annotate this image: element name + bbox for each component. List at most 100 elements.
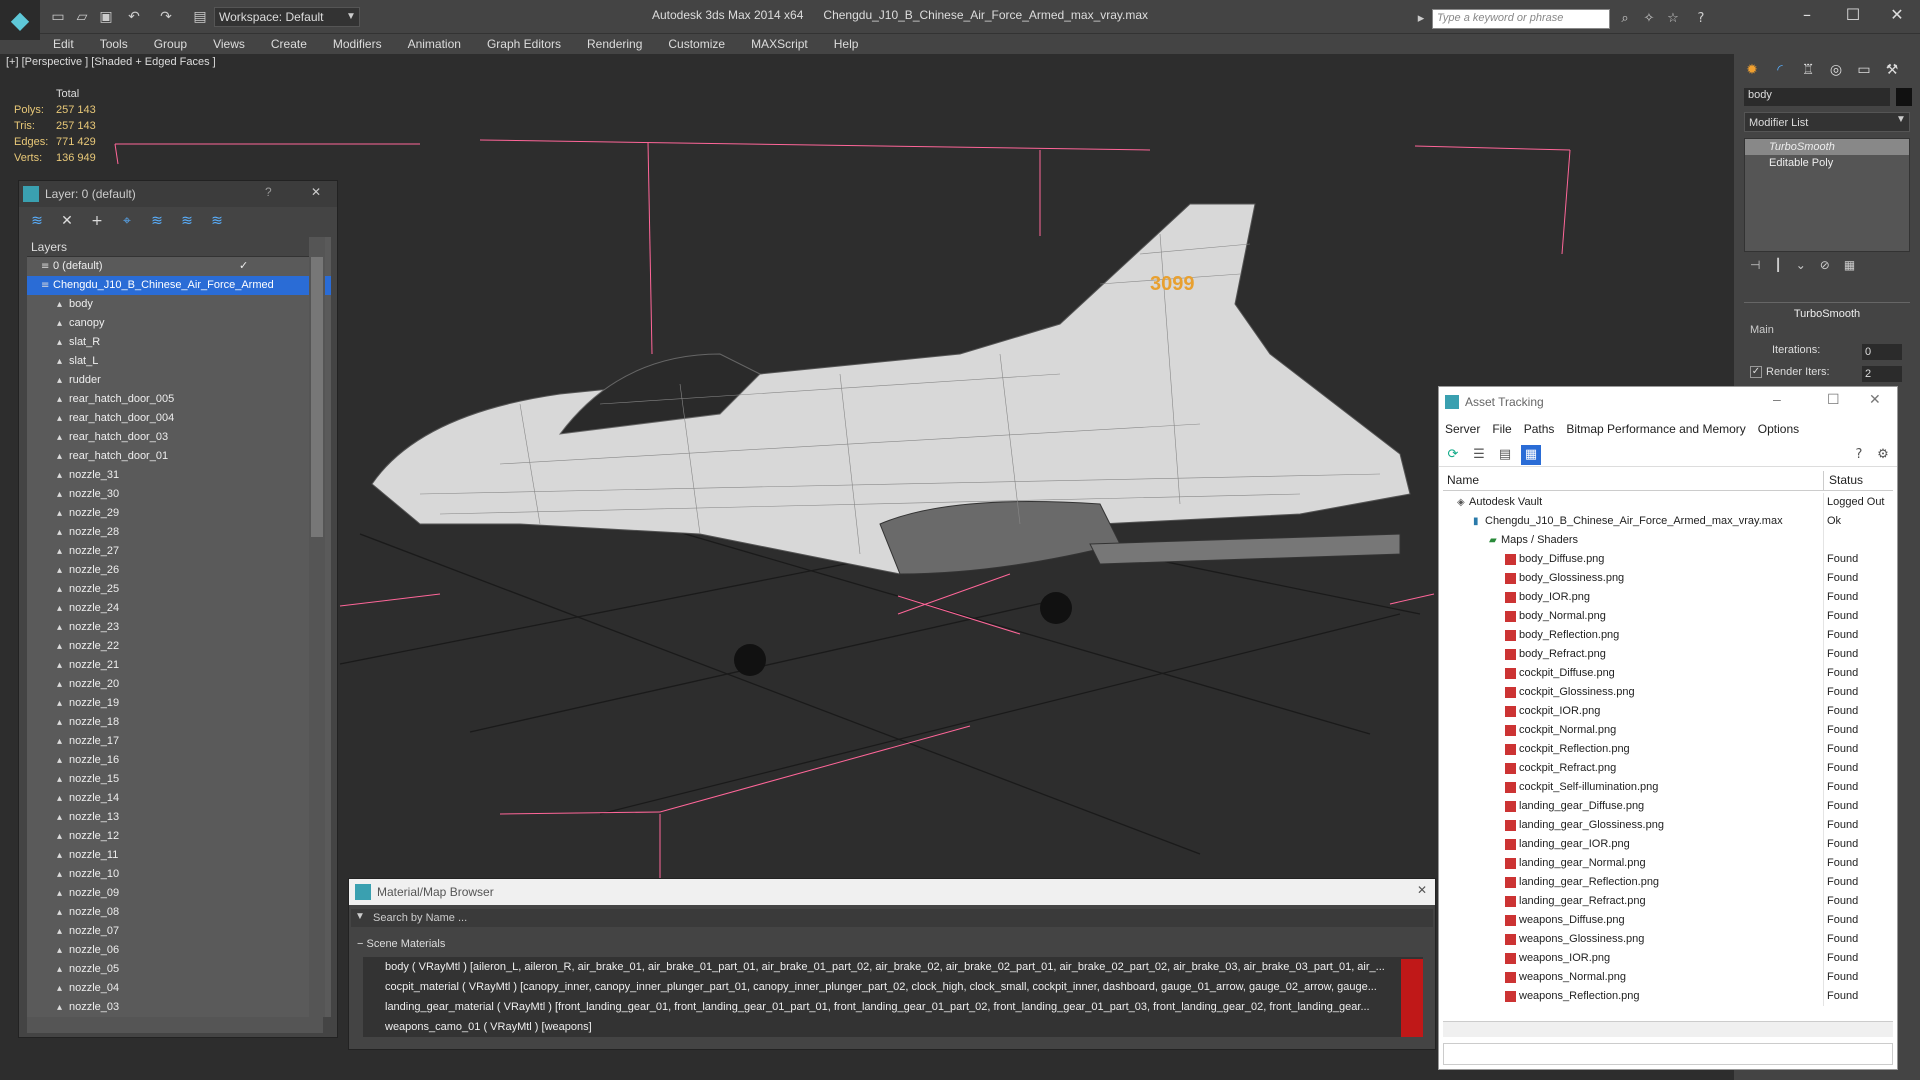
asset-row[interactable]: landing_gear_Reflection.png Found xyxy=(1443,873,1893,892)
asset-row[interactable]: cockpit_Diffuse.png Found xyxy=(1443,664,1893,683)
list-view-icon[interactable]: ☰ xyxy=(1469,445,1489,465)
layer-help-button[interactable]: ? xyxy=(265,185,272,199)
layer-row[interactable]: ▴ slat_R xyxy=(27,333,331,352)
layer-row[interactable]: ▴ slat_L xyxy=(27,352,331,371)
render-iters-checkbox[interactable]: ✓ xyxy=(1750,366,1762,378)
layer-row[interactable]: ▴ nozzle_22 xyxy=(27,637,331,656)
menu-tools[interactable]: Tools xyxy=(87,34,141,54)
chevron-down-icon[interactable]: ▼ xyxy=(344,7,358,27)
layer-row[interactable]: ▴ rear_hatch_door_004 xyxy=(27,409,331,428)
asset-row[interactable]: body_Normal.png Found xyxy=(1443,607,1893,626)
layer-row[interactable]: ▴ nozzle_04 xyxy=(27,979,331,998)
remove-modifier-icon[interactable]: ⊘ xyxy=(1820,258,1830,278)
project-folder-icon[interactable]: ▤ xyxy=(190,8,210,26)
close-button[interactable]: ✕ xyxy=(1874,0,1920,30)
refresh-icon[interactable]: ⟳ xyxy=(1443,445,1463,465)
save-icon[interactable]: ▣ xyxy=(96,8,116,26)
menu-animation[interactable]: Animation xyxy=(395,34,474,54)
asset-row[interactable]: landing_gear_Glossiness.png Found xyxy=(1443,816,1893,835)
asset-minimize-button[interactable]: – xyxy=(1773,391,1781,407)
layer-row[interactable]: ▴ nozzle_13 xyxy=(27,808,331,827)
redo-icon[interactable]: ↷ xyxy=(156,8,176,26)
layer-row[interactable]: ▴ canopy xyxy=(27,314,331,333)
new-file-icon[interactable]: ▭ xyxy=(48,8,68,26)
asset-row[interactable]: ▮ Chengdu_J10_B_Chinese_Air_Force_Armed_m… xyxy=(1443,512,1893,531)
turbosmooth-rollout-header[interactable]: TurboSmooth xyxy=(1744,302,1910,324)
layer-row[interactable]: ▴ nozzle_18 xyxy=(27,713,331,732)
material-row[interactable]: landing_gear_material ( VRayMtl ) [front… xyxy=(363,997,1423,1017)
modifier-list-dropdown[interactable]: Modifier List xyxy=(1744,112,1910,132)
communication-center-icon[interactable]: ✧ xyxy=(1638,9,1660,29)
binoculars-icon[interactable]: ⌕ xyxy=(1614,9,1636,29)
layer-row[interactable]: ▴ nozzle_26 xyxy=(27,561,331,580)
layer-row[interactable]: ▴ nozzle_28 xyxy=(27,523,331,542)
highlight-layer-icon[interactable]: ≋ xyxy=(147,211,167,231)
asset-row[interactable]: weapons_IOR.png Found xyxy=(1443,949,1893,968)
asset-row[interactable]: body_Refract.png Found xyxy=(1443,645,1893,664)
add-to-layer-icon[interactable]: + xyxy=(87,211,107,231)
help-icon[interactable]: ? xyxy=(1690,9,1712,29)
layer-row[interactable]: ≡ Chengdu_J10_B_Chinese_Air_Force_Armed xyxy=(27,276,331,295)
menu-edit[interactable]: Edit xyxy=(40,34,87,54)
asset-menu-server[interactable]: Server xyxy=(1439,419,1486,439)
layer-row[interactable]: ▴ nozzle_06 xyxy=(27,941,331,960)
layer-row[interactable]: ▴ nozzle_14 xyxy=(27,789,331,808)
freeze-all-icon[interactable]: ≋ xyxy=(207,211,227,231)
asset-row[interactable]: cockpit_Reflection.png Found xyxy=(1443,740,1893,759)
menu-customize[interactable]: Customize xyxy=(655,34,738,54)
hierarchy-tab-icon[interactable]: ♖ xyxy=(1796,58,1820,82)
menu-modifiers[interactable]: Modifiers xyxy=(320,34,395,54)
table-view-icon[interactable]: ▦ xyxy=(1521,445,1541,465)
layer-row[interactable]: ▴ nozzle_24 xyxy=(27,599,331,618)
asset-row[interactable]: cockpit_Self-illumination.png Found xyxy=(1443,778,1893,797)
layer-row[interactable]: ▴ nozzle_16 xyxy=(27,751,331,770)
make-unique-icon[interactable]: ⌄ xyxy=(1796,258,1806,278)
column-name[interactable]: Name xyxy=(1447,473,1479,487)
layer-row[interactable]: ▴ nozzle_17 xyxy=(27,732,331,751)
layer-row[interactable]: ▴ nozzle_19 xyxy=(27,694,331,713)
asset-row[interactable]: cockpit_IOR.png Found xyxy=(1443,702,1893,721)
select-objects-icon[interactable]: ⌖ xyxy=(117,211,137,231)
menu-rendering[interactable]: Rendering xyxy=(574,34,655,54)
asset-row[interactable]: body_IOR.png Found xyxy=(1443,588,1893,607)
layer-row[interactable]: ▴ nozzle_08 xyxy=(27,903,331,922)
workspace-dropdown[interactable]: Workspace: Default xyxy=(214,7,360,27)
layer-close-button[interactable]: ✕ xyxy=(311,185,321,199)
chevron-down-icon[interactable]: ▼ xyxy=(1896,114,1906,125)
layer-row[interactable]: ▴ rear_hatch_door_005 xyxy=(27,390,331,409)
search-input[interactable]: Type a keyword or phrase xyxy=(1432,9,1610,29)
asset-row[interactable]: landing_gear_Normal.png Found xyxy=(1443,854,1893,873)
asset-row[interactable]: weapons_Normal.png Found xyxy=(1443,968,1893,987)
asset-horizontal-scrollbar[interactable] xyxy=(1443,1021,1893,1037)
favorites-icon[interactable]: ☆ xyxy=(1662,9,1684,29)
asset-row[interactable]: body_Reflection.png Found xyxy=(1443,626,1893,645)
layer-row[interactable]: ≡ 0 (default) ✓ xyxy=(27,257,331,276)
layer-row[interactable]: ▴ nozzle_23 xyxy=(27,618,331,637)
layer-row[interactable]: ▴ nozzle_20 xyxy=(27,675,331,694)
layer-row[interactable]: ▴ rear_hatch_door_01 xyxy=(27,447,331,466)
layer-row[interactable]: ▴ nozzle_09 xyxy=(27,884,331,903)
render-iters-spinner[interactable]: 2 xyxy=(1862,366,1902,382)
layer-row[interactable]: ▴ nozzle_15 xyxy=(27,770,331,789)
scene-materials-header[interactable]: − Scene Materials xyxy=(357,935,445,953)
layer-row[interactable]: ▴ nozzle_05 xyxy=(27,960,331,979)
app-logo-icon[interactable]: ◆ xyxy=(0,0,40,40)
maximize-button[interactable]: ☐ xyxy=(1830,0,1876,30)
layer-row[interactable]: ▴ nozzle_11 xyxy=(27,846,331,865)
expand-arrow-icon[interactable]: ▸ xyxy=(1410,9,1432,29)
material-browser-close-button[interactable]: ✕ xyxy=(1417,883,1427,897)
layer-row[interactable]: ▴ nozzle_03 xyxy=(27,998,331,1017)
layer-scrollbar-thumb[interactable] xyxy=(311,257,323,537)
layer-row[interactable]: ▴ nozzle_29 xyxy=(27,504,331,523)
layer-row[interactable]: ▴ body xyxy=(27,295,331,314)
layer-row[interactable]: ▴ nozzle_07 xyxy=(27,922,331,941)
layer-panel-title[interactable]: Layer: 0 (default) xyxy=(19,181,337,207)
column-status[interactable]: Status xyxy=(1829,473,1863,487)
viewport-label[interactable]: [+] [Perspective ] [Shaded + Edged Faces… xyxy=(6,56,216,68)
menu-maxscript[interactable]: MAXScript xyxy=(738,34,821,54)
options-arrow-icon[interactable]: ▼ xyxy=(355,911,365,922)
modify-tab-icon[interactable]: ◜ xyxy=(1768,58,1792,82)
asset-row[interactable]: ◈ Autodesk Vault Logged Out xyxy=(1443,493,1893,512)
asset-row[interactable]: weapons_Diffuse.png Found xyxy=(1443,911,1893,930)
asset-settings-icon[interactable]: ⚙ xyxy=(1873,445,1893,465)
